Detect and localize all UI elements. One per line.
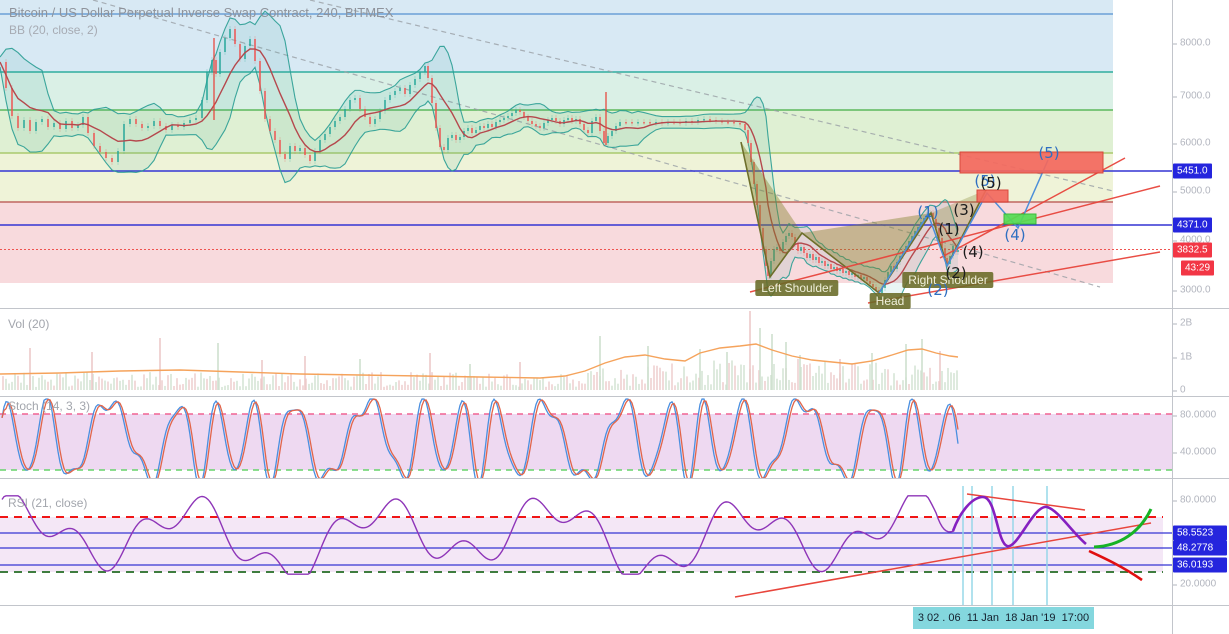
price-axis-tick: 3000.0 xyxy=(1180,285,1211,296)
time-axis-selection-range: 3 02 . 06 11 Jan 18 Jan '19 17:00 xyxy=(913,607,1094,629)
price-axis-tick: 8000.0 xyxy=(1180,38,1211,49)
volume-axis-tick: 0 xyxy=(1180,385,1186,396)
rsi-level-badge: 58.5523 xyxy=(1173,526,1227,541)
price-level-badge: 5451.0 xyxy=(1173,164,1212,179)
stoch-band xyxy=(0,414,1172,470)
separator-stoch-rsi[interactable] xyxy=(0,478,1229,479)
rsi-level-badge: 36.0193 xyxy=(1173,558,1227,573)
separator-rsi-axis xyxy=(0,605,1229,606)
price-axis-tick: 5000.0 xyxy=(1180,186,1211,197)
volume-ma-line xyxy=(0,344,958,378)
volume-axis-tick: 1B xyxy=(1180,352,1192,363)
stoch-axis-tick: 40.0000 xyxy=(1180,447,1216,458)
rsi-level-badge: 48.2778 xyxy=(1173,541,1227,556)
volume-axis-tick: 2B xyxy=(1180,318,1192,329)
chart-canvas[interactable] xyxy=(0,0,1229,634)
price-axis-tick: 6000.0 xyxy=(1180,138,1211,149)
last-price-badge: 43:29 xyxy=(1181,261,1214,276)
separator-main-volume[interactable] xyxy=(0,308,1229,309)
separator-volume-stoch[interactable] xyxy=(0,396,1229,397)
rsi-axis-tick: 80.0000 xyxy=(1180,495,1216,506)
last-price-badge: 3832.5 xyxy=(1173,243,1212,258)
price-axis-tick: 7000.0 xyxy=(1180,91,1211,102)
trading-chart-window: Bitcoin / US Dollar Perpetual Inverse Sw… xyxy=(0,0,1229,634)
volume-bars xyxy=(2,311,958,390)
price-level-badge: 4371.0 xyxy=(1173,218,1212,233)
rsi-axis-tick: 20.0000 xyxy=(1180,579,1216,590)
stoch-axis-tick: 80.0000 xyxy=(1180,410,1216,421)
